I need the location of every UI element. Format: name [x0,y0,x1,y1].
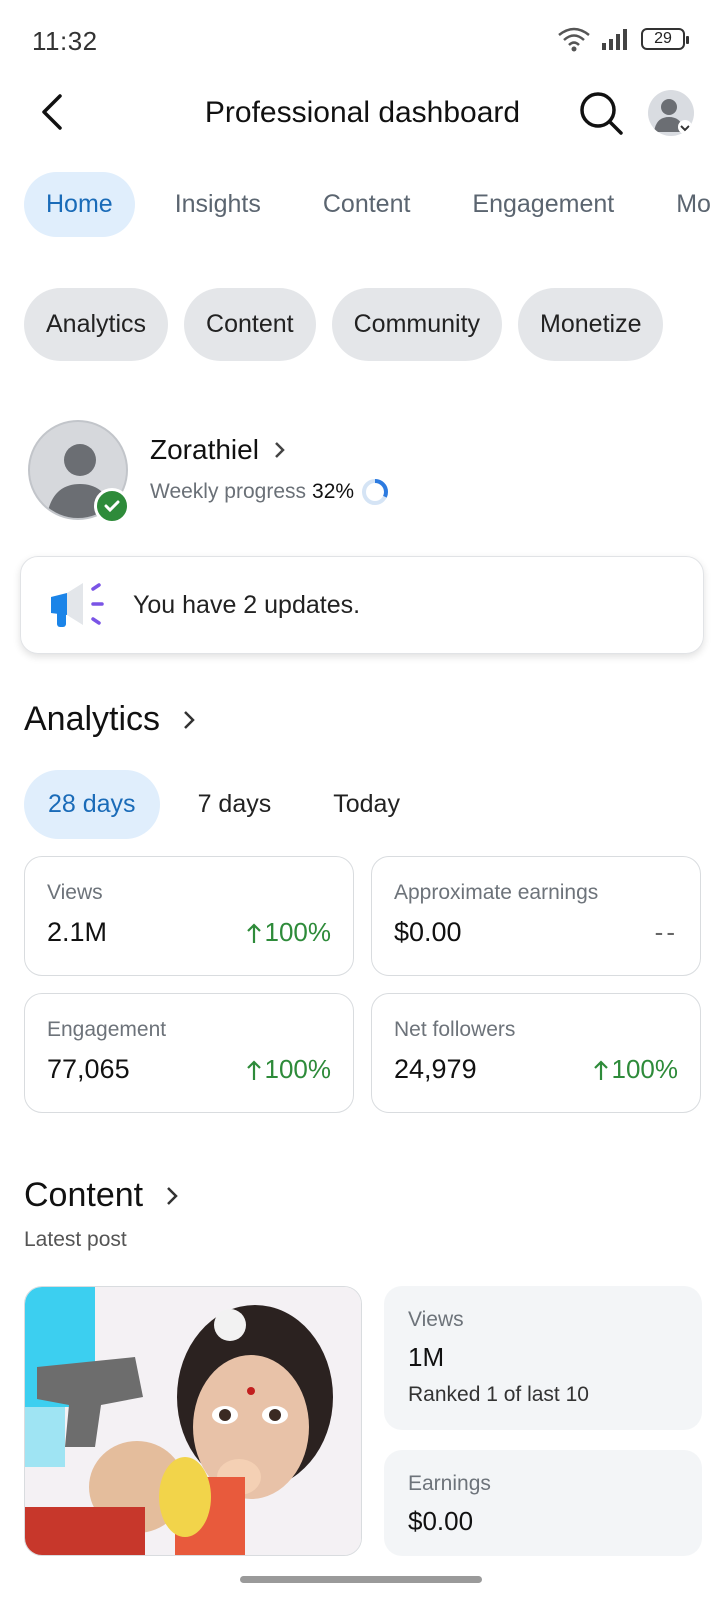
metric-card-views[interactable]: Views 2.1M 100% [24,856,354,976]
metric-value: $0.00 [394,917,462,947]
arrow-up-icon [246,922,261,943]
stat-value: $0.00 [408,1506,474,1536]
chevron-right-icon [275,442,285,458]
stat-label: Earnings [408,1472,491,1495]
metric-change-value: 100% [264,1054,332,1084]
metric-card-net-followers[interactable]: Net followers 24,979 100% [371,993,701,1113]
chevron-right-icon [184,710,195,729]
person-icon [654,99,692,134]
content-header[interactable]: Content [24,1176,179,1215]
chip-content[interactable]: Content [184,288,316,361]
post-earnings-card[interactable]: Earnings $0.00 [384,1450,702,1556]
updates-card[interactable]: You have 2 updates. [20,556,704,654]
home-indicator[interactable] [240,1576,482,1583]
latest-post-thumbnail[interactable] [24,1286,362,1556]
stat-label: Views [408,1308,464,1331]
metric-change: 100% [245,1054,332,1085]
latest-post-label: Latest post [24,1228,127,1251]
account-avatar-button[interactable] [648,90,694,136]
weekly-progress: Weekly progress 32% [150,477,390,507]
post-views-card[interactable]: Views 1M Ranked 1 of last 10 [384,1286,702,1430]
metric-value: 2.1M [47,917,108,947]
search-icon[interactable] [578,90,624,136]
progress-value: 32% [312,480,355,503]
status-icons: 29 [557,26,689,52]
tab-content[interactable]: Content [301,172,433,237]
metric-label: Net followers [394,1018,516,1041]
metric-change: 100% [245,917,332,948]
tab-home[interactable]: Home [24,172,135,237]
post-image [25,1287,361,1555]
tab-insights[interactable]: Insights [153,172,283,237]
range-7-days[interactable]: 7 days [174,770,296,839]
metric-label: Engagement [47,1018,167,1041]
verified-badge-icon [94,488,130,524]
battery-icon: 29 [641,28,689,50]
wifi-icon [558,27,590,52]
stat-rank: Ranked 1 of last 10 [408,1383,589,1406]
megaphone-icon [51,583,104,627]
content-title: Content [24,1176,144,1214]
metric-change-value: 100% [611,1054,679,1084]
status-time: 11:32 [32,26,98,56]
metric-value: 77,065 [47,1054,130,1084]
signal-icon [602,29,627,50]
chip-community[interactable]: Community [331,288,503,361]
analytics-title: Analytics [24,700,161,738]
date-range-selector: 28 days 7 days Today [24,770,424,839]
stat-value: 1M [408,1342,445,1372]
tab-engagement[interactable]: Engagement [450,172,636,237]
arrow-up-icon [593,1059,608,1080]
chip-analytics[interactable]: Analytics [24,288,169,361]
range-today[interactable]: Today [309,770,424,839]
metric-change: 100% [592,1054,679,1085]
top-tabs: Home Insights Content Engagement Mo [24,172,725,237]
profile-name: Zorathiel [150,434,259,465]
metric-label: Approximate earnings [394,881,599,904]
metric-label: Views [47,881,103,904]
tab-more[interactable]: Mo [654,172,725,237]
progress-ring-icon [362,479,389,505]
analytics-header[interactable]: Analytics [24,700,196,739]
metric-card-engagement[interactable]: Engagement 77,065 100% [24,993,354,1113]
metric-card-earnings[interactable]: Approximate earnings $0.00 -- [371,856,701,976]
metric-change-value: 100% [264,917,332,947]
chip-monetize[interactable]: Monetize [518,288,664,361]
profile-name-link[interactable]: Zorathiel [150,434,287,466]
shortcut-chips: Analytics Content Community Monetize [24,288,664,361]
chevron-right-icon [167,1186,178,1205]
progress-label: Weekly progress [150,480,307,503]
arrow-up-icon [246,1059,261,1080]
metric-value: 24,979 [394,1054,477,1084]
range-28-days[interactable]: 28 days [24,770,160,839]
metric-change-value: -- [654,917,678,947]
updates-text: You have 2 updates. [133,590,361,619]
